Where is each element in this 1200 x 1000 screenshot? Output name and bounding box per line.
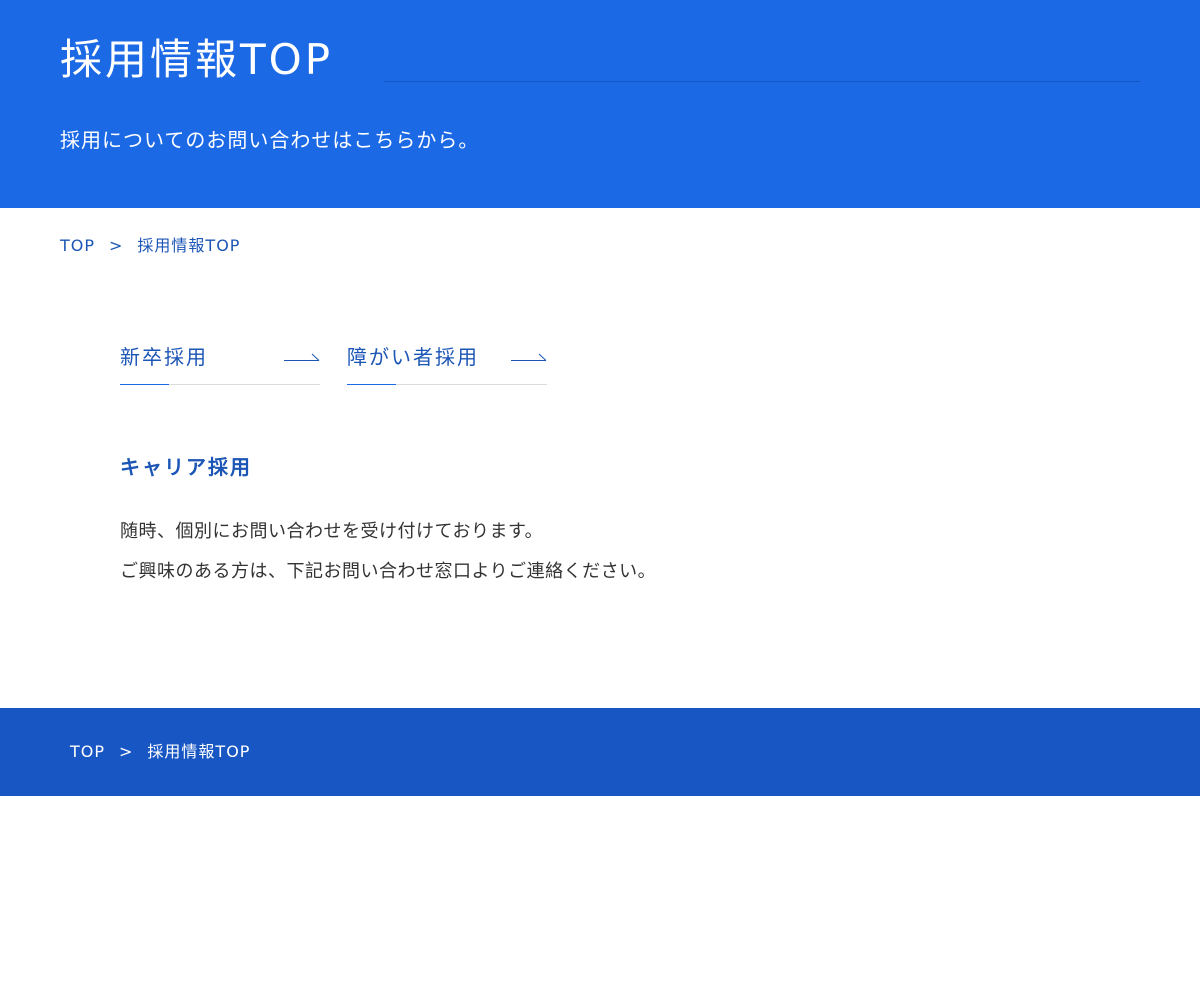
career-text-line-1: 随時、個別にお問い合わせを受け付けております。: [120, 521, 544, 542]
career-text-line-2: ご興味のある方は、下記お問い合わせ窓口よりご連絡ください。: [120, 561, 657, 582]
page-title: 採用情報TOP: [60, 35, 334, 84]
tab-active-underline: [347, 384, 396, 385]
footer-breadcrumb-home-link[interactable]: TOP: [70, 742, 105, 762]
breadcrumb-home-link[interactable]: TOP: [60, 236, 95, 256]
arrow-right-icon: [284, 353, 320, 361]
footer-breadcrumb-separator: >: [119, 742, 134, 761]
tab-new-graduate-label: 新卒採用: [120, 345, 208, 369]
page-lead: 採用についてのお問い合わせはこちらから。: [60, 128, 480, 152]
footer-breadcrumb-current: 採用情報TOP: [147, 742, 251, 761]
tab-disability-hiring-label: 障がい者採用: [347, 345, 479, 369]
breadcrumb-current: 採用情報TOP: [137, 236, 241, 255]
title-divider: [384, 81, 1140, 82]
page-hero: 採用情報TOP 採用についてのお問い合わせはこちらから。: [0, 0, 1200, 208]
career-description: 随時、個別にお問い合わせを受け付けております。 ご興味のある方は、下記お問い合わ…: [120, 512, 656, 592]
tab-new-graduate[interactable]: 新卒採用: [120, 338, 320, 385]
tab-active-underline: [120, 384, 169, 385]
breadcrumb-separator: >: [109, 236, 124, 255]
tab-disability-hiring[interactable]: 障がい者採用: [347, 338, 547, 385]
breadcrumb: TOP > 採用情報TOP: [60, 236, 240, 256]
career-heading: キャリア採用: [120, 455, 252, 479]
arrow-right-icon: [511, 353, 547, 361]
footer-breadcrumb: TOP > 採用情報TOP: [70, 742, 250, 762]
footer-breadcrumb-band: TOP > 採用情報TOP: [0, 708, 1200, 796]
